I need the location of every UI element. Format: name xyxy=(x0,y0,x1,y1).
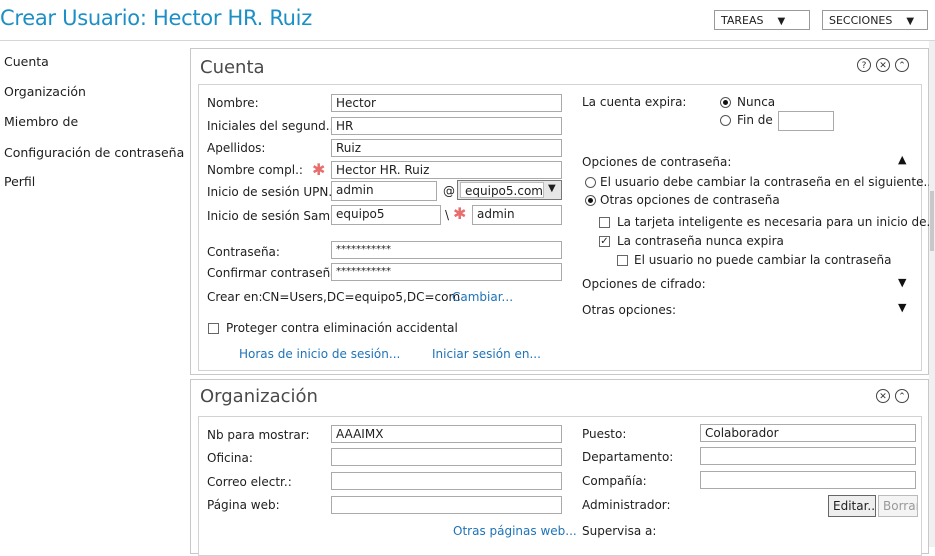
iniciar-link[interactable]: Iniciar sesión en... xyxy=(432,347,541,361)
nunca-label: Nunca xyxy=(737,95,776,109)
required-icon: ✱ xyxy=(453,204,467,223)
otras-opciones-radio[interactable] xyxy=(585,195,596,206)
required-icon: ✱ xyxy=(312,160,326,179)
tarjeta-checkbox[interactable] xyxy=(599,217,610,228)
expand-triangle-icon[interactable]: ▼ xyxy=(898,276,906,289)
close-icon[interactable]: ✕ xyxy=(876,58,890,72)
sam-label: Inicio de sesión Sam... xyxy=(207,209,342,223)
supervisa-label: Supervisa a: xyxy=(582,524,657,538)
tareas-button[interactable]: TAREAS ▼ xyxy=(714,10,810,30)
pagina-label: Página web: xyxy=(207,498,280,512)
compania-label: Compañía: xyxy=(582,474,647,488)
nav-item-configuracion-contrasena[interactable]: Configuración de contraseña xyxy=(4,145,184,160)
secciones-button[interactable]: SECCIONES ▼ xyxy=(822,10,928,30)
chevron-down-icon: ▼ xyxy=(906,16,915,27)
chevron-down-icon: ▼ xyxy=(777,16,786,27)
iniciales-label: Iniciales del segund... xyxy=(207,119,338,133)
administrador-label: Administrador: xyxy=(582,498,671,512)
nombre-field[interactable]: Hector xyxy=(331,94,562,112)
otras-opciones-label: Otras opciones de contraseña xyxy=(600,193,780,207)
oficina-field[interactable] xyxy=(331,448,562,466)
oficina-label: Oficina: xyxy=(207,451,253,465)
cuenta-header: Cuenta xyxy=(200,57,265,78)
fin-de-date-field[interactable] xyxy=(778,111,834,131)
nav-item-miembro-de[interactable]: Miembro de xyxy=(4,114,78,129)
correo-field[interactable] xyxy=(331,472,562,490)
upn-user-field[interactable]: admin xyxy=(331,181,437,201)
contrasena-label: Contraseña: xyxy=(207,245,280,259)
opciones-cifrado-label: Opciones de cifrado: xyxy=(582,277,706,291)
horas-link[interactable]: Horas de inicio de sesión... xyxy=(239,347,400,361)
sam-domain-field[interactable]: equipo5 xyxy=(331,205,441,225)
sam-separator: \ xyxy=(445,208,450,222)
fin-de-label: Fin de xyxy=(737,113,773,127)
otras-paginas-link[interactable]: Otras páginas web... xyxy=(453,524,577,538)
puesto-field[interactable]: Colaborador xyxy=(700,424,916,442)
cambiar-link[interactable]: Cambiar... xyxy=(452,290,513,304)
confirmar-field[interactable]: *********** xyxy=(331,263,562,281)
nombre-compl-field[interactable]: Hector HR. Ruiz xyxy=(331,161,562,179)
compania-field[interactable] xyxy=(700,471,916,489)
cambiar-siguiente-label: El usuario debe cambiar la contraseña en… xyxy=(600,175,935,189)
organizacion-header: Organización xyxy=(200,386,318,407)
upn-label: Inicio de sesión UPN... xyxy=(207,185,340,199)
no-cambiar-label: El usuario no puede cambiar la contraseñ… xyxy=(634,253,892,267)
tarjeta-label: La tarjeta inteligente es necesaria para… xyxy=(617,215,935,229)
pagina-field[interactable] xyxy=(331,496,562,514)
crear-en-value: CN=Users,DC=equipo5,DC=com xyxy=(262,290,461,304)
expira-label: La cuenta expira: xyxy=(582,95,687,109)
nb-label: Nb para mostrar: xyxy=(207,428,310,442)
upn-at-label: @ xyxy=(443,184,455,198)
secciones-label: SECCIONES xyxy=(829,14,893,27)
collapse-icon[interactable]: ⌃ xyxy=(895,389,909,403)
close-icon[interactable]: ✕ xyxy=(876,389,890,403)
vertical-scrollbar[interactable] xyxy=(929,41,935,547)
collapse-triangle-icon[interactable]: ▲ xyxy=(898,153,906,166)
nombre-label: Nombre: xyxy=(207,96,259,110)
departamento-label: Departamento: xyxy=(582,450,674,464)
apellidos-label: Apellidos: xyxy=(207,141,266,155)
apellidos-field[interactable]: Ruiz xyxy=(331,139,562,157)
nb-field[interactable]: AAAIMX xyxy=(331,425,562,443)
departamento-field[interactable] xyxy=(700,447,916,465)
cambiar-siguiente-radio[interactable] xyxy=(585,177,596,188)
nav-item-perfil[interactable]: Perfil xyxy=(4,174,35,189)
opciones-contrasena-label: Opciones de contraseña: xyxy=(582,155,732,169)
nunca-expira-label: La contraseña nunca expira xyxy=(617,234,784,248)
help-icon[interactable]: ? xyxy=(857,58,871,72)
collapse-icon[interactable]: ⌃ xyxy=(895,58,909,72)
window-title: Crear Usuario: Hector HR. Ruiz xyxy=(0,6,312,30)
title-divider xyxy=(0,40,935,41)
nav-item-organizacion[interactable]: Organización xyxy=(4,84,86,99)
sam-user-field[interactable]: admin xyxy=(472,205,562,225)
puesto-label: Puesto: xyxy=(582,427,627,441)
nunca-expira-checkbox[interactable]: ✓ xyxy=(599,236,610,247)
contrasena-field[interactable]: *********** xyxy=(331,241,562,259)
no-cambiar-checkbox[interactable] xyxy=(617,255,628,266)
upn-domain-value: equipo5.com xyxy=(460,182,544,198)
expand-triangle-icon[interactable]: ▼ xyxy=(898,301,906,314)
editar-button[interactable]: Editar... xyxy=(828,495,876,517)
nav-item-cuenta[interactable]: Cuenta xyxy=(4,54,49,69)
iniciales-field[interactable]: HR xyxy=(331,117,562,135)
confirmar-label: Confirmar contraseña: xyxy=(207,266,342,280)
borrar-button[interactable]: Borrar xyxy=(878,495,918,517)
scrollbar-thumb[interactable] xyxy=(930,191,934,251)
nunca-radio[interactable] xyxy=(720,97,731,108)
chevron-down-icon: ▼ xyxy=(548,183,556,194)
correo-label: Correo electr.: xyxy=(207,475,292,489)
proteger-checkbox[interactable] xyxy=(208,323,219,334)
tareas-label: TAREAS xyxy=(721,14,764,27)
otras-opciones-section-label: Otras opciones: xyxy=(582,303,677,317)
fin-de-radio[interactable] xyxy=(720,115,731,126)
crear-en-label: Crear en: xyxy=(207,290,263,304)
proteger-label: Proteger contra eliminación accidental xyxy=(226,321,458,335)
nombre-compl-label: Nombre compl.: xyxy=(207,163,303,177)
